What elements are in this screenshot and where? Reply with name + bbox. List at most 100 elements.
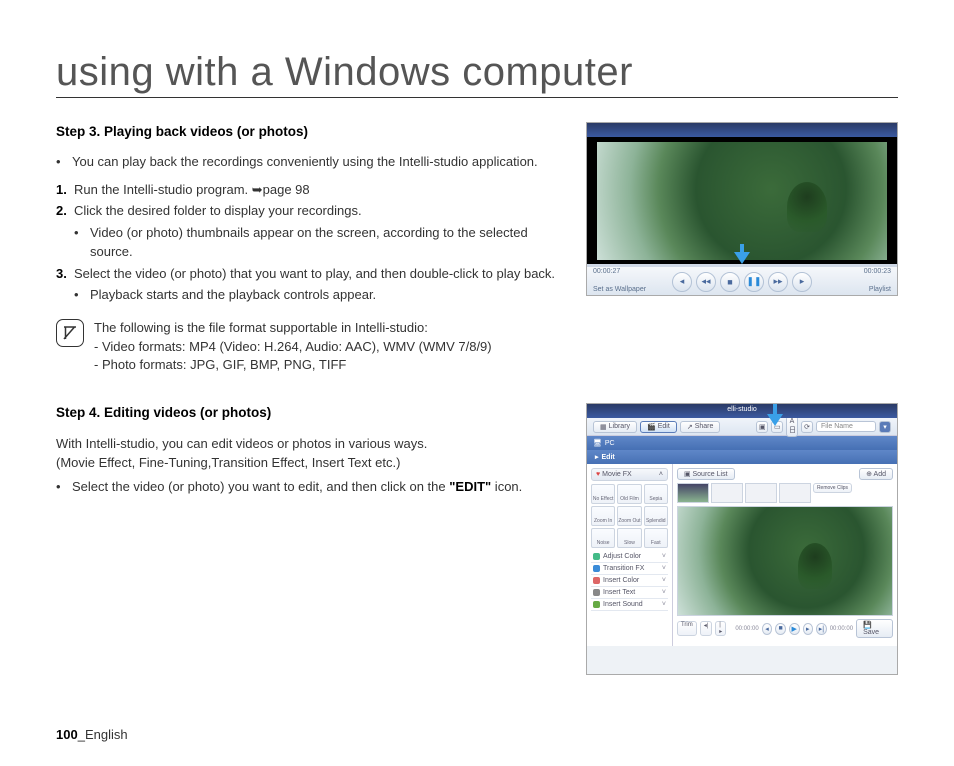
tp-time-right: 00:00:00: [830, 626, 853, 632]
search-go[interactable]: ▾: [879, 421, 891, 433]
fx-list-item[interactable]: Insert Text˅: [591, 587, 668, 599]
tp-prev[interactable]: ◂: [762, 623, 773, 635]
fx-cell[interactable]: Zoom In: [591, 506, 615, 526]
step3-heading: Step 3. Playing back videos (or photos): [56, 122, 568, 142]
step4-bullet: • Select the video (or photo) you want t…: [56, 477, 568, 497]
tp-stop[interactable]: ■: [775, 623, 786, 635]
fx-cell[interactable]: Sepia: [644, 484, 668, 504]
editor-transport: Trim ◂| |▸ 00:00:00 ◂ ■ ▶ ▸ ▸| 00:00:00 …: [677, 619, 893, 638]
tool-icon4[interactable]: ⟳: [801, 421, 813, 433]
rewind-button[interactable]: ◂◂: [696, 272, 716, 292]
fx-cell[interactable]: No Effect: [591, 484, 615, 504]
step4-intro2: (Movie Effect, Fine-Tuning,Transition Ef…: [56, 453, 568, 473]
landscape-image: [597, 142, 887, 260]
step4-section: Step 4. Editing videos (or photos) With …: [56, 403, 898, 675]
library-tab[interactable]: ▦ Library: [593, 421, 637, 433]
source-strip: Remove Clips: [677, 483, 893, 503]
note-text: The following is the file format support…: [94, 319, 492, 376]
editor-preview: [677, 506, 893, 616]
playlist-label[interactable]: Playlist: [869, 286, 891, 293]
note-photo: - Photo formats: JPG, GIF, BMP, PNG, TIF…: [94, 356, 492, 375]
step3-item1: 1.Run the Intelli-studio program. ➥page …: [56, 180, 568, 200]
trim-button[interactable]: Trim: [677, 621, 697, 636]
player-screenshot: 00:00:27 00:00:23 ◂ ◂◂ ■ ❚❚ ▸▸ ▸ Set as …: [586, 122, 898, 375]
search-input[interactable]: File Name: [816, 421, 876, 432]
step4-bullet-text: Select the video (or photo) you want to …: [72, 477, 522, 497]
step3-item3-sub: •Playback starts and the playback contro…: [74, 285, 568, 305]
wallpaper-label[interactable]: Set as Wallpaper: [593, 286, 646, 293]
footer-lang: English: [85, 727, 128, 742]
time-left: 00:00:27: [593, 268, 620, 275]
editor-screenshot: elli-studio ▦ Library 🎬 Edit ↗ Share ▣ ▭…: [586, 403, 898, 675]
trim-l[interactable]: ◂|: [700, 621, 713, 636]
note-video: - Video formats: MP4 (Video: H.264, Audi…: [94, 338, 492, 357]
step3-section: Step 3. Playing back videos (or photos) …: [56, 122, 898, 375]
editor-toolbar: ▦ Library 🎬 Edit ↗ Share ▣ ▭ A日 ⟳ File N…: [587, 418, 897, 436]
fx-list-item[interactable]: Insert Color˅: [591, 575, 668, 587]
next-button[interactable]: ▸: [792, 272, 812, 292]
step4-heading: Step 4. Editing videos (or photos): [56, 403, 568, 423]
trim-r[interactable]: |▸: [715, 621, 726, 636]
player-controls: 00:00:27 00:00:23 ◂ ◂◂ ■ ❚❚ ▸▸ ▸ Set as …: [587, 265, 897, 296]
step3-item3-text: Select the video (or photo) that you wan…: [74, 264, 555, 284]
note-icon: [56, 319, 84, 347]
tp-time-left: 00:00:00: [735, 626, 758, 632]
step3-item3-sub-text: Playback starts and the playback control…: [90, 285, 376, 305]
thumb-placeholder[interactable]: [779, 483, 811, 503]
note-intro: The following is the file format support…: [94, 319, 492, 338]
step3-item2-sub-text: Video (or photo) thumbnails appear on th…: [90, 223, 568, 262]
step3-item2: 2.Click the desired folder to display yo…: [56, 201, 568, 221]
step4-intro1: With Intelli-studio, you can edit videos…: [56, 434, 568, 454]
forward-button[interactable]: ▸▸: [768, 272, 788, 292]
tp-next[interactable]: ▸: [803, 623, 814, 635]
fx-cell[interactable]: Splendid: [644, 506, 668, 526]
fx-cell[interactable]: Fast: [644, 528, 668, 548]
edit-subheader: ▸ Edit: [587, 450, 897, 464]
fx-list-item[interactable]: Insert Sound˅: [591, 599, 668, 611]
fx-cell[interactable]: Slow: [617, 528, 641, 548]
tp-play[interactable]: ▶: [789, 623, 800, 635]
tp-end[interactable]: ▸|: [816, 623, 827, 635]
thumb-placeholder[interactable]: [711, 483, 743, 503]
ed-arrow-head-icon: [767, 414, 783, 426]
step3-text: Step 3. Playing back videos (or photos) …: [56, 122, 568, 375]
ed-arrow-tail: [773, 403, 777, 414]
editor-title: elli-studio: [727, 406, 757, 413]
source-list-tab[interactable]: ▣ Source List: [677, 468, 735, 480]
thumb-placeholder[interactable]: [745, 483, 777, 503]
tool-icon3[interactable]: A日: [786, 416, 798, 437]
share-tab[interactable]: ↗ Share: [680, 421, 721, 433]
step4-bullet-post: icon.: [491, 479, 522, 494]
page-title: using with a Windows computer: [56, 50, 898, 98]
editor-titlebar: elli-studio: [587, 404, 897, 418]
step4-text: Step 4. Editing videos (or photos) With …: [56, 403, 568, 675]
step4-bullet-em: "EDIT": [449, 479, 491, 494]
editor-right: ▣ Source List ⊕ Add Remove Clips: [673, 464, 897, 646]
fx-cell[interactable]: Old Film: [617, 484, 641, 504]
edit-tab[interactable]: 🎬 Edit: [640, 421, 677, 433]
arrow-down-icon: [734, 252, 750, 264]
step3-item2-sub: •Video (or photo) thumbnails appear on t…: [74, 223, 568, 262]
step3-item2-text: Click the desired folder to display your…: [74, 201, 362, 221]
remove-button[interactable]: Remove Clips: [813, 483, 852, 493]
stop-button[interactable]: ■: [720, 272, 740, 292]
add-button[interactable]: ⊕ Add: [859, 468, 893, 480]
fx-grid: No Effect Old Film Sepia Zoom In Zoom Ou…: [591, 484, 668, 548]
pc-bar: 🖥 PC: [587, 436, 897, 450]
step3-item3: 3.Select the video (or photo) that you w…: [56, 264, 568, 284]
fx-cell[interactable]: Noise: [591, 528, 615, 548]
pause-button[interactable]: ❚❚: [744, 272, 764, 292]
movie-fx-header[interactable]: ♥Movie FX˄: [591, 468, 668, 481]
fx-list-item[interactable]: Adjust Color˅: [591, 551, 668, 563]
effects-panel: ♥Movie FX˄ No Effect Old Film Sepia Zoom…: [587, 464, 673, 646]
step3-item1-text: Run the Intelli-studio program. ➥page 98: [74, 180, 310, 200]
fx-list-item[interactable]: Transition FX˅: [591, 563, 668, 575]
thumb[interactable]: [677, 483, 709, 503]
step3-bullet1: • You can play back the recordings conve…: [56, 152, 568, 172]
footer-sep: _: [78, 727, 85, 742]
prev-button[interactable]: ◂: [672, 272, 692, 292]
fx-cell[interactable]: Zoom Out: [617, 506, 641, 526]
step4-bullet-pre: Select the video (or photo) you want to …: [72, 479, 449, 494]
step3-bullet1-text: You can play back the recordings conveni…: [72, 152, 538, 172]
save-button[interactable]: 💾 Save: [856, 619, 893, 638]
